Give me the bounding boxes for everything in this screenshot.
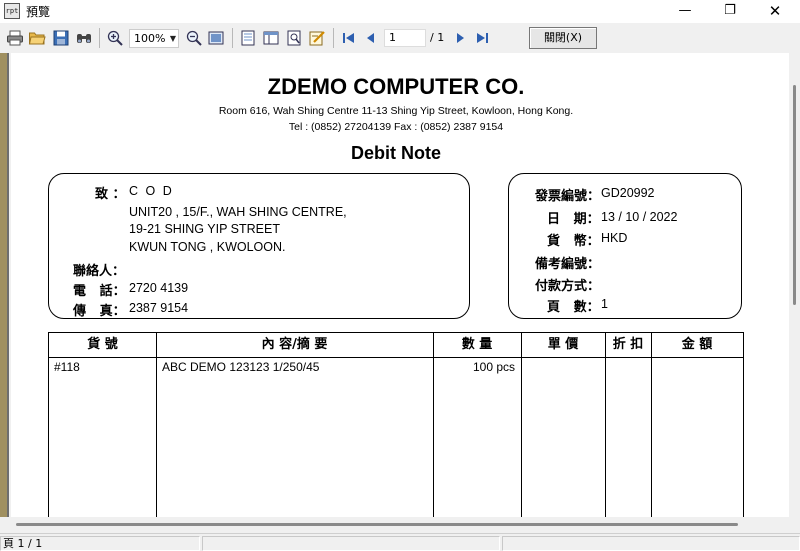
last-page-icon[interactable] <box>473 29 491 47</box>
cell-item-no: #118 <box>54 360 80 374</box>
header-description: 內 容/摘 要 <box>261 337 328 352</box>
print-icon[interactable] <box>6 29 24 47</box>
header-item-no: 貨 號 <box>87 337 118 352</box>
horizontal-scrollbar[interactable] <box>0 517 800 531</box>
phone-value: 2720 4139 <box>129 281 189 295</box>
pages-value: 1 <box>601 297 608 311</box>
toolbar: 100% ▼ 1 / 1 關閉(X) <box>0 23 800 53</box>
document-title: Debit Note <box>351 143 441 163</box>
cell-description: ABC DEMO 123123 1/250/45 <box>162 360 320 374</box>
minimize-button[interactable]: — <box>662 0 708 23</box>
cell-quantity: 100 pcs <box>472 360 515 374</box>
find-icon[interactable] <box>75 29 93 47</box>
company-address: Room 616, Wah Shing Centre 11-13 Shing Y… <box>218 105 574 117</box>
status-bar: 頁 1 / 1 <box>0 533 800 551</box>
customer-info-box: 致 ： C O D UNIT20 , 15/F., WAH SHING CENT… <box>48 173 470 319</box>
to-value: C O D <box>129 184 174 198</box>
vertical-scroll-thumb[interactable] <box>793 85 796 305</box>
header-discount: 折 扣 <box>612 337 644 352</box>
toolbar-separator <box>99 28 100 48</box>
next-page-icon[interactable] <box>451 29 469 47</box>
layout-icon[interactable] <box>262 29 280 47</box>
column-divider <box>651 333 652 521</box>
page-total: / 1 <box>430 31 445 44</box>
fax-value: 2387 9154 <box>129 301 189 315</box>
previous-page-icon[interactable] <box>362 29 380 47</box>
close-window-button[interactable]: ✕ <box>752 0 798 23</box>
payment-method-label: 付款方式： <box>535 279 601 294</box>
invoice-number-value: GD20992 <box>601 186 655 200</box>
header-unit-price: 單 價 <box>547 337 579 352</box>
company-name: ZDEMO COMPUTER CO. <box>267 74 525 99</box>
fax-label: 傳 真： <box>73 304 126 319</box>
first-page-icon[interactable] <box>340 29 358 47</box>
close-preview-button[interactable]: 關閉(X) <box>529 27 597 49</box>
page-number-input[interactable]: 1 <box>384 29 426 47</box>
column-divider <box>156 333 157 521</box>
report-app-icon: rpt <box>4 3 20 19</box>
invoice-info-box: 發票編號： GD20992 日 期： 13 / 10 / 2022 貨 幣： H… <box>508 173 742 319</box>
invoice-number-label: 發票編號： <box>535 189 601 204</box>
window-title: 預覽 <box>26 5 51 19</box>
vertical-scrollbar[interactable] <box>790 53 800 521</box>
horizontal-scroll-thumb[interactable] <box>16 523 738 526</box>
report-page: ZDEMO COMPUTER CO. Room 616, Wah Shing C… <box>11 53 789 521</box>
column-divider <box>605 333 606 521</box>
open-folder-icon[interactable] <box>28 29 46 47</box>
header-quantity: 數 量 <box>461 337 493 352</box>
remark-number-label: 備考編號： <box>535 257 601 272</box>
to-label: 致 ： <box>95 187 126 202</box>
whole-page-icon[interactable] <box>207 29 225 47</box>
currency-value: HKD <box>601 231 628 245</box>
contact-person-label: 聯絡人： <box>73 264 126 279</box>
date-label: 日 期： <box>547 212 600 227</box>
preview-window: rpt 預覽 — ❐ ✕ 100% ▼ 1 / 1 關閉(X) ZDEMO CO… <box>0 0 800 551</box>
zoom-select[interactable]: 100% ▼ <box>129 29 179 48</box>
toolbar-separator <box>333 28 334 48</box>
zoom-out-icon[interactable] <box>185 29 203 47</box>
date-value: 13 / 10 / 2022 <box>601 210 678 224</box>
export-icon[interactable] <box>285 29 303 47</box>
chevron-down-icon: ▼ <box>169 34 176 43</box>
company-contact: Tel : (0852) 27204139 Fax : (0852) 2387 … <box>288 121 504 133</box>
zoom-value: 100% <box>134 32 166 45</box>
title-bar[interactable]: rpt 預覽 — ❐ ✕ <box>0 0 800 23</box>
maximize-button[interactable]: ❐ <box>707 0 753 23</box>
status-panel <box>202 536 500 551</box>
zoom-in-icon[interactable] <box>106 29 124 47</box>
currency-label: 貨 幣： <box>547 234 600 249</box>
save-icon[interactable] <box>52 29 70 47</box>
phone-label: 電 話： <box>73 284 126 299</box>
pages-label: 頁 數： <box>547 300 600 315</box>
address-line: 19-21 SHING YIP STREET <box>129 222 280 236</box>
toolbar-separator <box>232 28 233 48</box>
items-table: 貨 號 內 容/摘 要 數 量 單 價 折 扣 金 額 #118 ABC DEM… <box>48 332 744 521</box>
preview-viewport[interactable]: ZDEMO COMPUTER CO. Room 616, Wah Shing C… <box>0 53 800 521</box>
header-amount: 金 額 <box>681 337 713 352</box>
column-divider <box>521 333 522 521</box>
edit-icon[interactable] <box>308 29 326 47</box>
status-page-info: 頁 1 / 1 <box>0 536 200 551</box>
status-panel <box>502 536 800 551</box>
address-line: UNIT20 , 15/F., WAH SHING CENTRE, <box>129 205 347 219</box>
address-line: KWUN TONG , KWOLOON. <box>129 240 286 254</box>
page-setup-icon[interactable] <box>239 29 257 47</box>
